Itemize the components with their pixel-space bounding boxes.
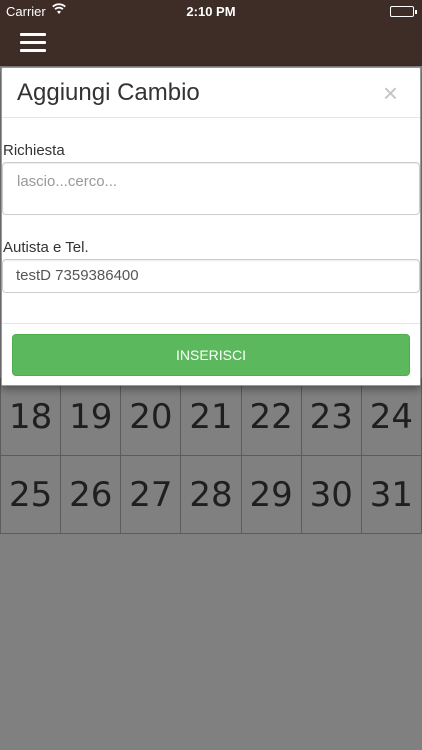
autista-label: Autista e Tel. <box>3 239 89 256</box>
status-bar: Carrier 2:10 PM <box>0 0 422 22</box>
modal-header: Aggiungi Cambio × <box>2 68 420 118</box>
calendar-week-row: 25 26 27 28 29 30 31 <box>0 456 422 534</box>
calendar-day[interactable]: 20 <box>121 378 182 456</box>
autista-value: testD 7359386400 <box>16 267 139 284</box>
hamburger-menu-icon[interactable] <box>20 33 46 53</box>
calendar-grid: 18 19 20 21 22 23 24 25 26 27 28 29 30 3… <box>0 378 422 534</box>
add-change-modal: Aggiungi Cambio × Richiesta lascio...cer… <box>1 67 421 386</box>
calendar-day[interactable]: 22 <box>241 378 302 456</box>
close-button[interactable]: × <box>383 80 398 106</box>
calendar-day[interactable]: 26 <box>61 456 122 534</box>
autista-input[interactable]: testD 7359386400 <box>2 259 420 293</box>
richiesta-label: Richiesta <box>3 142 65 159</box>
modal-title: Aggiungi Cambio <box>17 79 200 106</box>
calendar-day[interactable]: 31 <box>361 456 422 534</box>
modal-footer: INSERISCI <box>2 323 420 385</box>
inserisci-button[interactable]: INSERISCI <box>12 334 410 376</box>
battery-icon <box>390 6 417 17</box>
richiesta-textarea[interactable]: lascio...cerco... <box>2 162 420 215</box>
calendar-week-row: 18 19 20 21 22 23 24 <box>0 378 422 456</box>
calendar-day[interactable]: 28 <box>181 456 242 534</box>
nav-bar <box>0 22 422 66</box>
calendar-day[interactable]: 25 <box>0 456 62 534</box>
calendar-day[interactable]: 29 <box>241 456 302 534</box>
richiesta-placeholder: lascio...cerco... <box>17 173 118 190</box>
calendar-day[interactable]: 18 <box>0 378 62 456</box>
calendar-day[interactable]: 23 <box>301 378 362 456</box>
calendar-day[interactable]: 19 <box>61 378 122 456</box>
calendar-day[interactable]: 21 <box>181 378 242 456</box>
calendar-day[interactable]: 27 <box>121 456 182 534</box>
calendar-day[interactable]: 30 <box>301 456 362 534</box>
status-time: 2:10 PM <box>186 4 236 19</box>
calendar-day[interactable]: 24 <box>361 378 422 456</box>
